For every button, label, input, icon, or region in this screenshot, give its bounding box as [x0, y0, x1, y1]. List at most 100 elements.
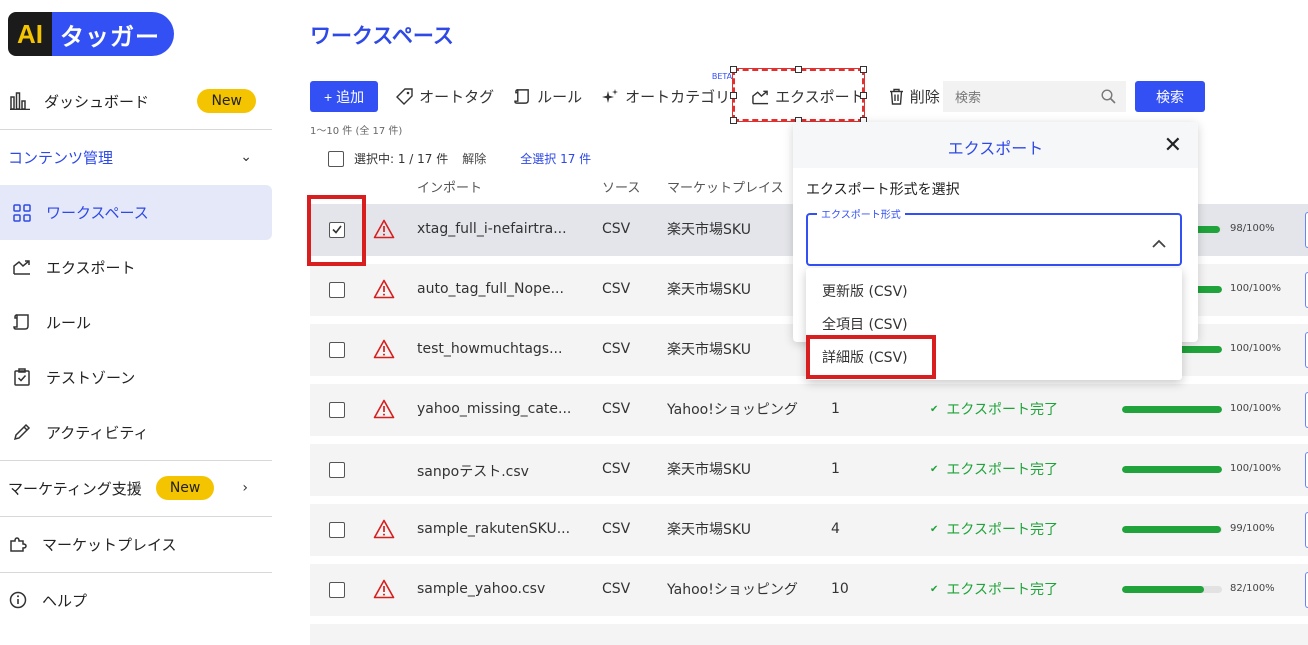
row-marketplace: 楽天市場SKU	[667, 222, 751, 238]
row-checkbox[interactable]	[329, 402, 345, 418]
table-row[interactable]: sample_rakutenSKU... CSV 楽天市場SKU 4 ✔ エクスポート完了…	[310, 504, 1308, 556]
clipboard-check-icon	[12, 367, 32, 387]
selection-handle	[860, 66, 867, 73]
logo-wordmark: タッガー	[52, 12, 174, 56]
row-checkbox[interactable]	[329, 522, 345, 538]
sidebar: AI タッガー ダッシュボード New コンテンツ管理 ⌄ ワークスペース エク…	[0, 0, 272, 645]
table-row[interactable]: yahoo_missing_cate... CSV Yahoo!ショッピング 1 ✔ エク…	[310, 384, 1308, 436]
status-label: エクスポート完了	[946, 462, 1058, 478]
row-checkbox[interactable]	[329, 462, 345, 478]
sidebar-item-label: ヘルプ	[42, 591, 88, 610]
clear-selection-link[interactable]: 解除	[462, 150, 486, 167]
export-format-select[interactable]: エクスポート形式	[806, 206, 1182, 266]
sidebar-item-marketplace[interactable]: マーケットプレイス	[0, 518, 272, 570]
sidebar-divider	[0, 572, 272, 573]
progress-fill	[1122, 406, 1222, 413]
sidebar-item-label: マーケットプレイス	[42, 535, 177, 554]
option-highlight	[806, 335, 936, 379]
sidebar-item-dashboard[interactable]: ダッシュボード New	[0, 75, 272, 127]
column-header-marketplace[interactable]: マーケットプレイス	[667, 177, 784, 196]
sidebar-item-label: ダッシュボード	[44, 92, 150, 111]
search-button[interactable]: 検索	[1135, 81, 1205, 112]
scroll-icon	[12, 312, 32, 332]
row-source: CSV	[602, 401, 631, 417]
progress-percent: 98/100%	[1230, 223, 1275, 234]
row-source: CSV	[602, 341, 631, 357]
new-badge: New	[197, 89, 256, 113]
pencil-icon	[12, 422, 32, 442]
delete-button[interactable]: 削除	[889, 86, 940, 107]
chevron-down-icon: ⌄	[240, 149, 252, 165]
export-format-label: エクスポート形式を選択	[806, 182, 960, 198]
row-filename[interactable]: auto_tag_full_Nope...	[417, 281, 564, 297]
section-label: マーケティング支援	[8, 479, 142, 498]
select-all-checkbox[interactable]	[328, 150, 344, 167]
tag-icon	[396, 88, 413, 105]
search-icon	[1101, 89, 1116, 108]
row-marketplace: 楽天市場SKU	[667, 522, 751, 538]
option-update-csv[interactable]: 更新版 (CSV)	[822, 281, 908, 301]
column-header-source[interactable]: ソース	[602, 177, 640, 196]
check-icon: ✔	[930, 403, 939, 415]
sidebar-item-workspace[interactable]: ワークスペース	[0, 185, 272, 240]
sidebar-item-rule[interactable]: ルール	[0, 296, 272, 348]
row-filename[interactable]: sample_rakutenSKU...	[417, 521, 570, 537]
row-checkbox[interactable]	[329, 582, 345, 598]
bar-chart-icon	[10, 91, 30, 111]
table-row[interactable]: sanpoテスト.csv CSV 楽天市場SKU 1 ✔ エクスポート完了 100/100%	[310, 444, 1308, 496]
row-filename[interactable]: sample_yahoo.csv	[417, 581, 545, 597]
option-all-fields-csv[interactable]: 全項目 (CSV)	[822, 314, 908, 334]
row-count: 4	[831, 521, 840, 537]
logo-ai-mark: AI	[8, 12, 52, 56]
add-button[interactable]: + 追加	[310, 81, 379, 112]
check-icon: ✔	[930, 583, 939, 595]
table-row[interactable]	[310, 624, 1308, 645]
selection-bar: 選択中: 1 / 17 件 解除 全選択 17 件	[328, 150, 591, 167]
progress-fill	[1122, 526, 1221, 533]
progress-percent: 100/100%	[1230, 463, 1282, 474]
sidebar-divider	[0, 516, 272, 517]
sidebar-item-label: ワークスペース	[46, 204, 149, 222]
row-marketplace: Yahoo!ショッピング	[667, 402, 798, 418]
autocategory-button[interactable]: オートカテゴリ BETA	[602, 72, 732, 107]
row-status: ✔ エクスポート完了	[930, 579, 1058, 599]
warning-icon	[373, 519, 395, 543]
row-source: CSV	[602, 581, 631, 597]
row-source: CSV	[602, 221, 631, 237]
warning-icon	[373, 279, 395, 303]
sidebar-item-activity[interactable]: アクティビティ	[0, 406, 272, 458]
sidebar-item-export[interactable]: エクスポート	[0, 241, 272, 293]
select-all-link[interactable]: 全選択 17 件	[520, 150, 591, 167]
progress-fill	[1122, 586, 1204, 593]
warning-icon	[373, 579, 395, 603]
row-source: CSV	[602, 281, 631, 297]
row-filename[interactable]: yahoo_missing_cate...	[417, 401, 571, 417]
sidebar-section-content-management[interactable]: コンテンツ管理 ⌄	[8, 137, 264, 177]
result-count: 1～10 件 (全 17 件)	[310, 126, 403, 137]
app-logo[interactable]: AI タッガー	[8, 12, 174, 56]
status-label: エクスポート完了	[946, 402, 1058, 418]
row-checkbox[interactable]	[329, 282, 345, 298]
section-label: コンテンツ管理	[8, 148, 114, 167]
row-marketplace: 楽天市場SKU	[667, 282, 751, 298]
status-label: エクスポート完了	[946, 522, 1058, 538]
sidebar-section-marketing[interactable]: マーケティング支援 New ›	[8, 468, 264, 508]
close-icon[interactable]: ✕	[1164, 133, 1182, 158]
autotag-button[interactable]: オートタグ	[396, 86, 494, 107]
sidebar-item-help[interactable]: ヘルプ	[0, 574, 272, 626]
row-filename[interactable]: test_howmuchtags...	[417, 341, 562, 357]
row-filename[interactable]: xtag_full_i-nefairtra...	[417, 221, 567, 237]
row-status: ✔ エクスポート完了	[930, 519, 1058, 539]
rule-button[interactable]: ルール	[514, 86, 582, 107]
row-filename[interactable]: sanpoテスト.csv	[417, 461, 529, 481]
sidebar-item-testzone[interactable]: テストゾーン	[0, 351, 272, 403]
chevron-right-icon: ›	[242, 480, 248, 496]
warning-icon	[373, 219, 395, 243]
row-checkbox[interactable]	[329, 342, 345, 358]
column-header-import[interactable]: インポート	[417, 177, 482, 196]
progress-bar	[1122, 466, 1222, 473]
search-input[interactable]: 検索	[943, 81, 1126, 112]
row-marketplace: 楽天市場SKU	[667, 342, 751, 358]
table-row[interactable]: sample_yahoo.csv CSV Yahoo!ショッピング 10 ✔ エクスポート…	[310, 564, 1308, 616]
row-source: CSV	[602, 521, 631, 537]
